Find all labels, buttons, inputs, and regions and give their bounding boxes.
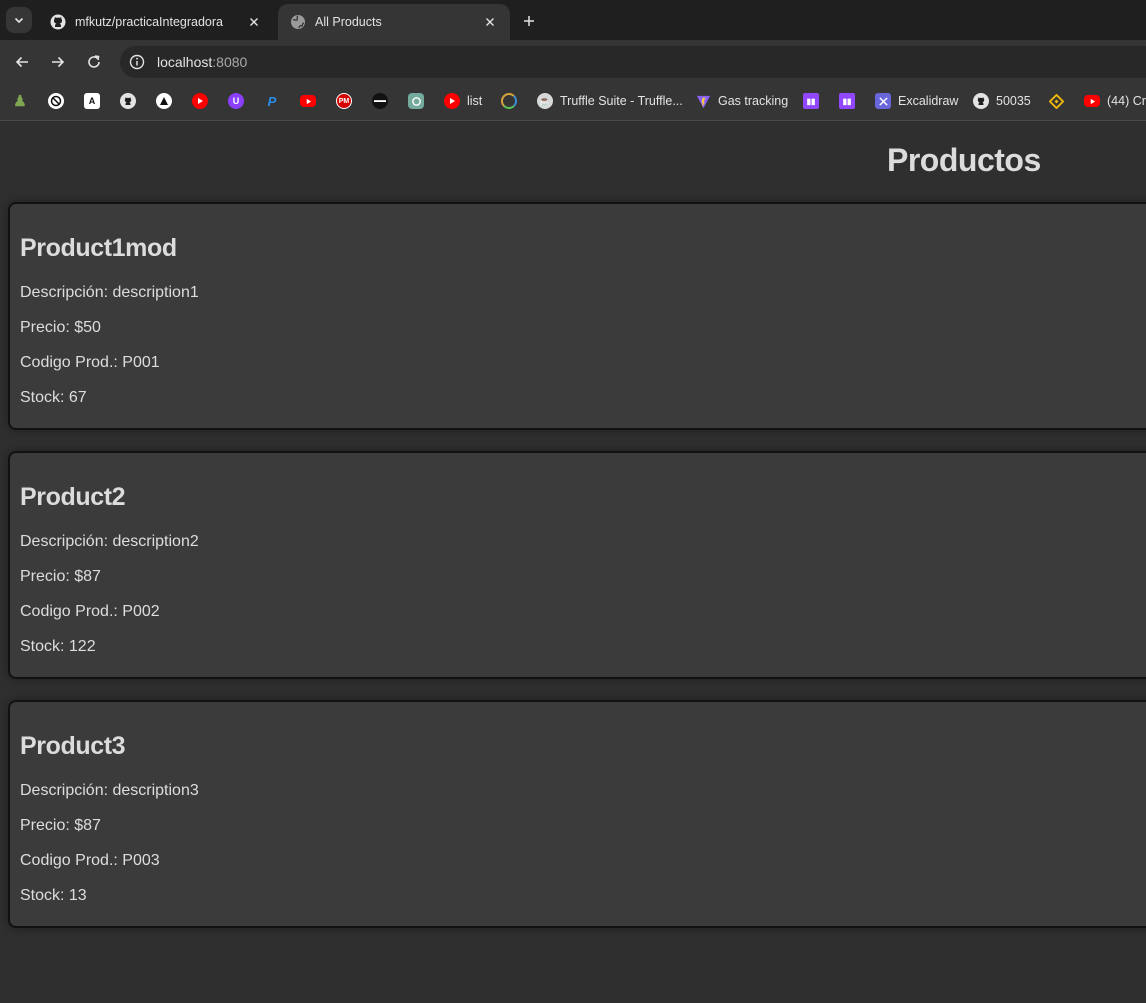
binance-icon bbox=[1048, 93, 1064, 109]
bookmark-label: Truffle Suite - Truffle... bbox=[560, 94, 683, 108]
youtube-music-icon bbox=[444, 93, 460, 109]
product-description: Descripción: description3 bbox=[20, 782, 199, 799]
bookmark-label: 50035 bbox=[996, 94, 1031, 108]
excalidraw-icon bbox=[875, 93, 891, 109]
bookmark-github[interactable] bbox=[120, 92, 136, 110]
tab-search-button[interactable] bbox=[6, 7, 32, 33]
bookmark-label: Excalidraw bbox=[898, 94, 959, 108]
tab-all-products[interactable]: All Products bbox=[278, 4, 510, 40]
triangle-icon bbox=[156, 93, 172, 109]
bookmark-nomad[interactable] bbox=[48, 92, 64, 110]
product-name: Product2 bbox=[20, 483, 126, 511]
youtube-icon bbox=[1084, 95, 1100, 107]
product-name: Product3 bbox=[20, 732, 126, 760]
tab-title: mfkutz/practicaIntegradora bbox=[75, 15, 223, 29]
bookmark-dark-logo[interactable]: ▬▬ bbox=[372, 92, 388, 110]
product-card: Product3 Descripción: description3 Preci… bbox=[8, 700, 1146, 928]
product-card: Product2 Descripción: description2 Preci… bbox=[8, 451, 1146, 679]
bookmark-truffle[interactable]: ☕ Truffle Suite - Truffle... bbox=[537, 92, 683, 110]
bookmark-twitch-2[interactable]: ▮▮ bbox=[839, 92, 855, 110]
bookmark-chess[interactable]: ♟ bbox=[12, 92, 28, 110]
url-text: localhost:8080 bbox=[157, 54, 247, 70]
nomad-icon bbox=[48, 93, 64, 109]
address-bar[interactable]: localhost:8080 bbox=[120, 46, 1146, 78]
reload-button[interactable] bbox=[82, 50, 106, 74]
vite-icon bbox=[695, 93, 711, 109]
product-description: Descripción: description2 bbox=[20, 533, 199, 550]
bookmark-triangle[interactable] bbox=[156, 92, 172, 110]
bookmark-circle[interactable] bbox=[501, 92, 517, 110]
twitch-icon: ▮▮ bbox=[803, 93, 819, 109]
bookmark-50035[interactable]: 50035 bbox=[973, 92, 1031, 110]
bookmark-youtube[interactable] bbox=[300, 92, 316, 110]
product-price: Precio: $87 bbox=[20, 817, 101, 834]
bookmark-list[interactable]: list bbox=[444, 92, 482, 110]
new-tab-button[interactable] bbox=[518, 10, 540, 32]
product-code: Codigo Prod.: P001 bbox=[20, 354, 160, 371]
tab-strip: mfkutz/practicaIntegradora All Products bbox=[0, 0, 1146, 40]
chatgpt-icon bbox=[408, 93, 424, 109]
paypal-icon: P bbox=[267, 93, 277, 109]
bookmark-a[interactable]: A bbox=[84, 92, 100, 110]
twitch-icon: ▮▮ bbox=[839, 93, 855, 109]
close-icon bbox=[250, 18, 258, 26]
close-tab-button[interactable] bbox=[482, 14, 498, 30]
bookmarks-bar: ♟ A U P PM ▬▬ list ☕ Truffle Suite - Tru… bbox=[0, 83, 1146, 121]
page-content: Productos Product1mod Descripción: descr… bbox=[0, 121, 1146, 1003]
product-name: Product1mod bbox=[20, 234, 177, 262]
product-stock: Stock: 67 bbox=[20, 389, 87, 406]
bookmark-binance[interactable] bbox=[1048, 92, 1064, 110]
product-card: Product1mod Descripción: description1 Pr… bbox=[8, 202, 1146, 430]
back-button[interactable] bbox=[10, 50, 34, 74]
bookmark-twitch-1[interactable]: ▮▮ bbox=[803, 92, 819, 110]
bookmark-label: Gas tracking bbox=[718, 94, 789, 108]
bookmark-chatgpt[interactable] bbox=[408, 92, 424, 110]
forward-button[interactable] bbox=[46, 50, 70, 74]
globe-icon bbox=[291, 15, 305, 29]
github-icon bbox=[973, 93, 989, 109]
purple-u-icon: U bbox=[228, 93, 244, 109]
reload-icon bbox=[88, 55, 100, 68]
github-icon bbox=[50, 14, 66, 30]
github-icon bbox=[120, 93, 136, 109]
chess-icon: ♟ bbox=[13, 93, 27, 110]
pm-icon: PM bbox=[336, 93, 352, 109]
info-icon[interactable] bbox=[128, 53, 146, 71]
bookmark-label: (44) Cre bbox=[1107, 94, 1146, 108]
bookmark-pm[interactable]: PM bbox=[336, 92, 352, 110]
chevron-down-icon bbox=[14, 17, 24, 24]
bookmark-gas-tracking[interactable]: Gas tracking bbox=[695, 92, 788, 110]
bookmark-youtube-music[interactable] bbox=[192, 92, 208, 110]
youtube-icon bbox=[300, 95, 316, 107]
youtube-music-icon bbox=[192, 93, 208, 109]
arrow-left-icon bbox=[15, 56, 28, 68]
a-icon: A bbox=[84, 93, 100, 109]
bookmark-label: list bbox=[467, 94, 483, 108]
page-title: Productos bbox=[887, 142, 1041, 178]
product-code: Codigo Prod.: P003 bbox=[20, 852, 160, 869]
product-price: Precio: $50 bbox=[20, 319, 101, 336]
close-icon bbox=[486, 18, 494, 26]
tab-title: All Products bbox=[315, 15, 382, 29]
product-stock: Stock: 122 bbox=[20, 638, 96, 655]
truffle-icon: ☕ bbox=[537, 93, 553, 109]
product-stock: Stock: 13 bbox=[20, 887, 87, 904]
dark-logo-icon: ▬▬ bbox=[372, 93, 388, 109]
close-tab-button[interactable] bbox=[246, 14, 262, 30]
url-host: localhost bbox=[157, 54, 213, 70]
circle-icon bbox=[501, 93, 517, 109]
arrow-right-icon bbox=[52, 56, 65, 68]
bookmark-youtube-cre[interactable]: (44) Cre bbox=[1084, 92, 1146, 110]
product-code: Codigo Prod.: P002 bbox=[20, 603, 160, 620]
product-description: Descripción: description1 bbox=[20, 284, 199, 301]
plus-icon bbox=[524, 16, 534, 26]
url-port: :8080 bbox=[212, 54, 248, 70]
browser-toolbar: localhost:8080 bbox=[0, 40, 1146, 83]
tab-github[interactable]: mfkutz/practicaIntegradora bbox=[38, 4, 274, 40]
product-price: Precio: $87 bbox=[20, 568, 101, 585]
bookmark-purple-u[interactable]: U bbox=[228, 92, 244, 110]
bookmark-excalidraw[interactable]: Excalidraw bbox=[875, 92, 958, 110]
bookmark-paypal[interactable]: P bbox=[264, 92, 280, 110]
